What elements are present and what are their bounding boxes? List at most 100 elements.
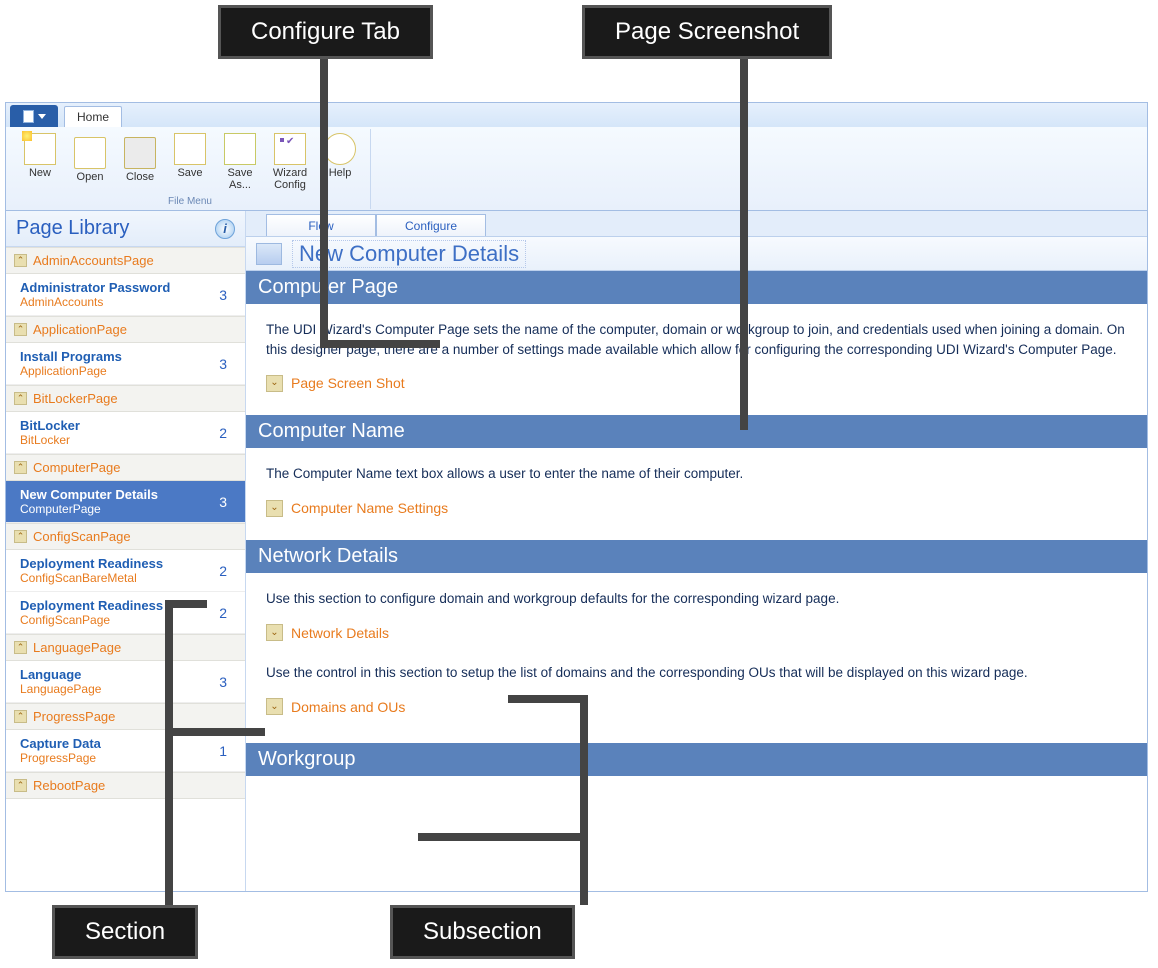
library-group-header[interactable]: ⌃ApplicationPage xyxy=(6,316,245,343)
callout-line xyxy=(508,695,588,703)
callout-line xyxy=(320,340,440,348)
ribbon-group-file: New Open Close Save Save As... xyxy=(10,129,371,209)
library-item[interactable]: Administrator PasswordAdminAccounts3 xyxy=(6,274,245,316)
library-item-sub: LanguagePage xyxy=(20,682,101,696)
library-item-badge: 1 xyxy=(219,743,235,759)
subsection-label: Computer Name Settings xyxy=(291,498,448,518)
save-button[interactable]: Save xyxy=(166,131,214,193)
library-group-label: ProgressPage xyxy=(33,709,115,724)
library-item-name: Deployment Readiness xyxy=(20,556,163,571)
section-body: The Computer Name text box allows a user… xyxy=(246,448,1147,540)
library-item-sub: BitLocker xyxy=(20,433,80,447)
library-group-label: ComputerPage xyxy=(33,460,120,475)
app-menu-button[interactable] xyxy=(10,105,58,127)
chevron-up-icon: ⌃ xyxy=(14,461,27,474)
library-group-label: BitLockerPage xyxy=(33,391,118,406)
help-icon: ? xyxy=(324,133,356,165)
app-window: Home New Open Close Save xyxy=(5,102,1148,892)
chevron-up-icon: ⌃ xyxy=(14,254,27,267)
wizard-config-label: Wizard Config xyxy=(268,167,312,191)
chevron-up-icon: ⌃ xyxy=(14,779,27,792)
callout-page-screenshot: Page Screenshot xyxy=(582,5,832,59)
save-as-label: Save As... xyxy=(218,167,262,191)
page-header: New Computer Details xyxy=(246,237,1147,271)
subsection-computer-name-settings[interactable]: ⌄ Computer Name Settings xyxy=(266,498,1127,518)
library-item-sub: ProgressPage xyxy=(20,751,101,765)
open-button[interactable]: Open xyxy=(66,131,114,193)
save-icon xyxy=(224,133,256,165)
sidebar-body[interactable]: ⌃AdminAccountsPageAdministrator Password… xyxy=(6,247,245,891)
section-body: Use this section to configure domain and… xyxy=(246,573,1147,739)
folder-icon xyxy=(74,137,106,169)
sidebar: Page Library i ⌃AdminAccountsPageAdminis… xyxy=(6,211,246,891)
chevron-up-icon: ⌃ xyxy=(14,323,27,336)
callout-subsection: Subsection xyxy=(390,905,575,959)
content-scroll[interactable]: Computer Page The UDI Wizard's Computer … xyxy=(246,271,1147,891)
sidebar-title: Page Library xyxy=(16,217,129,240)
close-button[interactable]: Close xyxy=(116,131,164,193)
save-as-button[interactable]: Save As... xyxy=(216,131,264,193)
dropdown-triangle-icon xyxy=(38,114,46,119)
section-desc: The Computer Name text box allows a user… xyxy=(266,464,1127,484)
tab-configure[interactable]: Configure xyxy=(376,214,486,236)
library-group-header[interactable]: ⌃RebootPage xyxy=(6,772,245,799)
library-group-header[interactable]: ⌃ AdminAccountsPage xyxy=(6,247,245,274)
section-desc: Use the control in this section to setup… xyxy=(266,663,1127,683)
library-item[interactable]: Capture DataProgressPage 1 xyxy=(6,730,245,772)
library-group-header[interactable]: ⌃LanguagePage xyxy=(6,634,245,661)
callout-line xyxy=(320,55,328,345)
new-button[interactable]: New xyxy=(16,131,64,193)
library-item-sub: ConfigScanPage xyxy=(20,613,163,627)
callout-configure-tab: Configure Tab xyxy=(218,5,433,59)
library-item-badge: 3 xyxy=(219,674,235,690)
info-icon[interactable]: i xyxy=(215,219,235,239)
subsection-network-details[interactable]: ⌄ Network Details xyxy=(266,623,1127,643)
callout-line xyxy=(580,695,588,905)
library-item-name: New Computer Details xyxy=(20,487,158,502)
new-label: New xyxy=(29,167,51,179)
library-group-header[interactable]: ⌃ BitLockerPage xyxy=(6,385,245,412)
library-item[interactable]: Deployment ReadinessConfigScanBareMetal2 xyxy=(6,550,245,592)
library-item[interactable]: BitLockerBitLocker2 xyxy=(6,412,245,454)
library-item[interactable]: New Computer DetailsComputerPage3 xyxy=(6,481,245,523)
subsection-label: Network Details xyxy=(291,623,389,643)
callout-line xyxy=(165,728,265,736)
callout-line xyxy=(165,600,207,608)
chevron-up-icon: ⌃ xyxy=(14,392,27,405)
subsection-domains-ous[interactable]: ⌄ Domains and OUs xyxy=(266,697,1127,717)
library-item-badge: 2 xyxy=(219,605,235,621)
folder-icon xyxy=(124,137,156,169)
library-item[interactable]: LanguageLanguagePage3 xyxy=(6,661,245,703)
library-item-badge: 2 xyxy=(219,563,235,579)
callout-section: Section xyxy=(52,905,198,959)
chevron-down-icon: ⌄ xyxy=(266,624,283,641)
chevron-up-icon: ⌃ xyxy=(14,641,27,654)
library-item-name: Capture Data xyxy=(20,736,101,751)
library-item[interactable]: Deployment ReadinessConfigScanPage2 xyxy=(6,592,245,634)
chevron-down-icon: ⌄ xyxy=(266,698,283,715)
chevron-up-icon: ⌃ xyxy=(14,530,27,543)
callout-line xyxy=(165,600,173,905)
library-group-header[interactable]: ⌃ConfigScanPage xyxy=(6,523,245,550)
library-item-badge: 3 xyxy=(219,356,235,372)
app-body: Page Library i ⌃AdminAccountsPageAdminis… xyxy=(6,211,1147,891)
save-label: Save xyxy=(177,167,202,179)
section-computer-name: Computer Name xyxy=(246,415,1147,448)
titlebar: Home xyxy=(6,103,1147,127)
library-item-badge: 3 xyxy=(219,494,235,510)
ribbon-group-label: File Menu xyxy=(10,196,370,207)
wizard-config-button[interactable]: Wizard Config xyxy=(266,131,314,193)
main: Flow Configure New Computer Details Comp… xyxy=(246,211,1147,891)
library-item-sub: AdminAccounts xyxy=(20,295,170,309)
library-item[interactable]: Install ProgramsApplicationPage3 xyxy=(6,343,245,385)
page-thumbnail-icon xyxy=(256,243,282,265)
library-group-header[interactable]: ⌃ ProgressPage xyxy=(6,703,245,730)
subsection-page-screenshot[interactable]: ⌄ Page Screen Shot xyxy=(266,373,1127,393)
library-group-label: AdminAccountsPage xyxy=(33,253,154,268)
ribbon-tab-home[interactable]: Home xyxy=(64,106,122,127)
wizard-icon xyxy=(274,133,306,165)
chevron-down-icon: ⌄ xyxy=(266,500,283,517)
library-item-badge: 3 xyxy=(219,287,235,303)
library-group-header[interactable]: ⌃ ComputerPage xyxy=(6,454,245,481)
chevron-up-icon: ⌃ xyxy=(14,710,27,723)
